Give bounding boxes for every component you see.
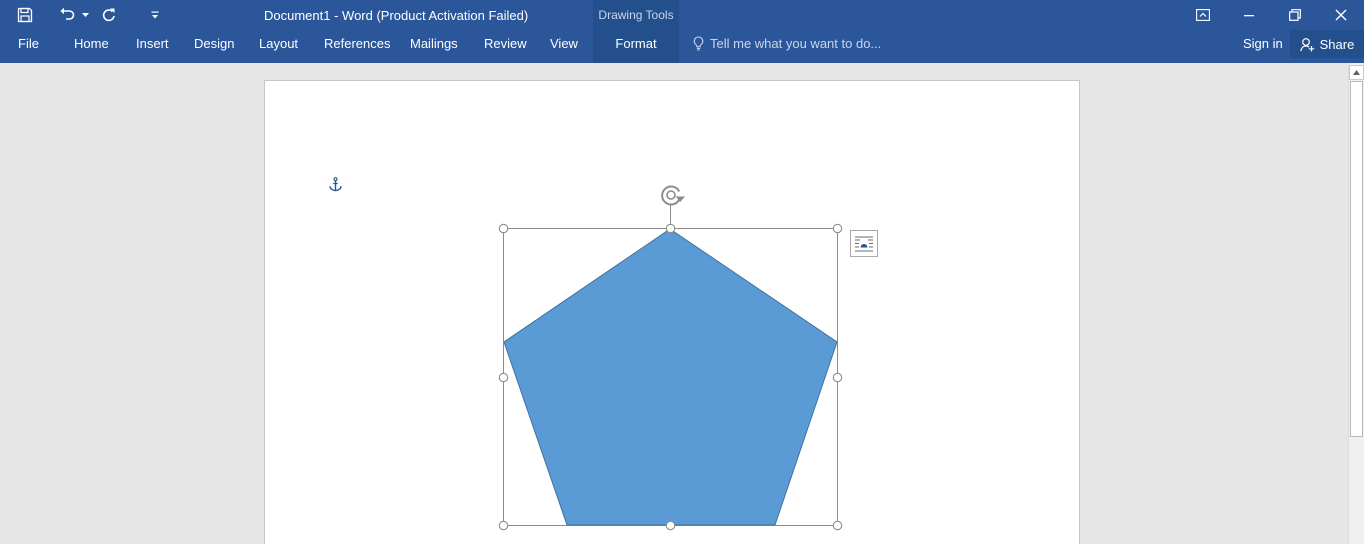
layout-options-icon [855,236,873,251]
resize-handle-right[interactable] [832,372,843,383]
rotate-handle-icon[interactable] [661,185,685,206]
pentagon-shape[interactable] [503,228,838,526]
resize-handle-bottom[interactable] [665,520,676,531]
layout-options-button[interactable] [850,230,878,257]
resize-handle-bottom-left[interactable] [498,520,509,531]
vertical-scrollbar[interactable] [1348,63,1364,544]
resize-handle-top-right[interactable] [832,223,843,234]
scroll-up-button[interactable] [1349,65,1364,80]
scroll-up-arrow-icon [1353,70,1360,75]
shape-selection-layer [498,185,843,531]
scroll-thumb[interactable] [1350,81,1363,437]
resize-handle-top-left[interactable] [498,223,509,234]
resize-handle-bottom-right[interactable] [832,520,843,531]
resize-handle-left[interactable] [498,372,509,383]
resize-handle-top[interactable] [665,223,676,234]
